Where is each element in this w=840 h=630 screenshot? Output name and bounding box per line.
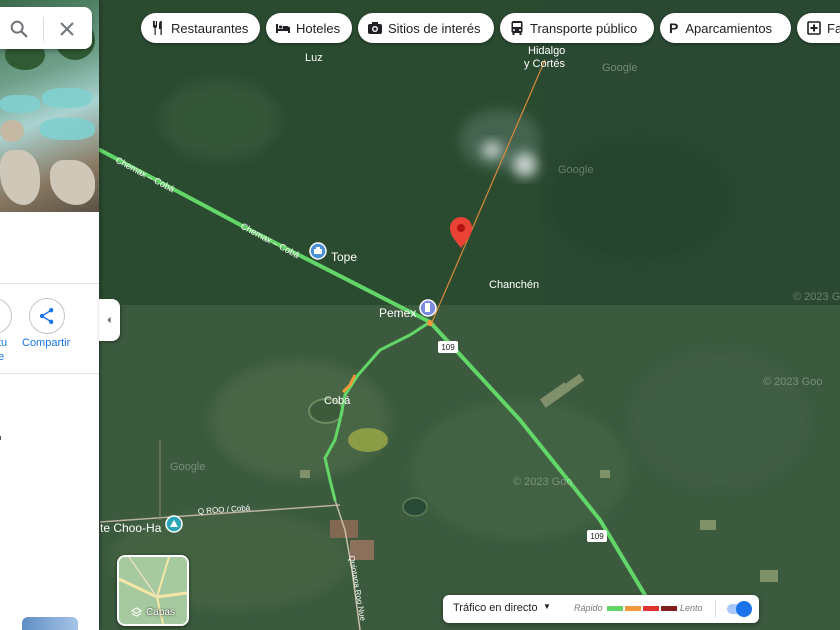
layers-icon <box>131 607 143 617</box>
share-icon <box>39 308 54 324</box>
layers-button[interactable]: Capas <box>117 555 189 626</box>
svg-text:109: 109 <box>441 343 455 352</box>
traffic-divider <box>715 600 716 618</box>
bus-icon <box>511 21 523 35</box>
place-label-pemex[interactable]: Pemex <box>379 306 416 320</box>
traffic-color-very-slow <box>661 606 677 611</box>
google-watermark: Google <box>558 164 593 176</box>
place-details-panel: Compartir tu e <box>0 0 99 630</box>
chip-restaurants-label: Restaurantes <box>171 20 249 36</box>
traffic-color-slow <box>643 606 659 611</box>
google-watermark: Google <box>602 62 637 74</box>
chip-parking[interactable]: P Aparcamientos <box>660 13 791 43</box>
traffic-fast-label: Rápido <box>574 603 603 613</box>
place-label-tope[interactable]: Tope <box>331 250 357 264</box>
parking-icon: P <box>669 20 679 36</box>
traffic-toggle-knob[interactable] <box>736 601 752 617</box>
gas-station-pin-icon[interactable] <box>419 299 437 317</box>
chip-hotels-label: Hoteles <box>296 20 341 36</box>
chip-hotels[interactable]: Hoteles <box>266 13 352 43</box>
hotel-pin-icon[interactable] <box>309 242 327 260</box>
place-label-choo-ha[interactable]: te Choo-Ha <box>100 521 162 535</box>
google-watermark: © 2023 Goo <box>793 291 840 303</box>
google-watermark: © 2023 Goo <box>763 376 822 388</box>
list-bullet <box>0 436 1 440</box>
search-divider <box>43 17 44 41</box>
fork-knife-icon <box>152 21 162 35</box>
chip-parking-label: Aparcamientos <box>685 20 773 36</box>
chip-pharmacy[interactable]: Fa <box>797 13 840 43</box>
save-button-partial[interactable] <box>0 298 12 334</box>
chevron-left-icon <box>107 316 111 324</box>
google-watermark: © 2023 Goo <box>513 476 572 488</box>
action-label-cut-2[interactable]: e <box>0 351 4 363</box>
place-label-hidalgo: Hidalgo <box>528 45 565 57</box>
place-label-chanchen: Chanchén <box>489 279 539 291</box>
traffic-color-fast <box>607 606 623 611</box>
place-label-coba[interactable]: Cobá <box>324 395 351 407</box>
chip-restaurants[interactable]: Restaurantes <box>141 13 260 43</box>
bed-icon <box>276 24 290 33</box>
search-box[interactable] <box>0 7 92 49</box>
traffic-slow-label: Lento <box>680 603 703 613</box>
close-icon[interactable] <box>55 17 79 41</box>
chevron-down-icon[interactable]: ▼ <box>543 602 551 611</box>
attraction-pin-icon[interactable] <box>165 515 183 533</box>
chip-transit[interactable]: Transporte público <box>500 13 654 43</box>
traffic-title[interactable]: Tráfico en directo <box>453 602 538 614</box>
google-watermark: Google <box>170 461 205 473</box>
chip-attractions[interactable]: Sitios de interés <box>358 13 494 43</box>
photo-thumbnail[interactable] <box>22 617 78 630</box>
collapse-panel-button[interactable] <box>99 299 120 341</box>
action-label-cut[interactable]: tu <box>0 337 7 349</box>
traffic-color-medium <box>625 606 641 611</box>
search-icon[interactable] <box>8 18 30 40</box>
layers-label-row: Capas <box>119 607 187 618</box>
chip-attractions-label: Sitios de interés <box>388 20 481 36</box>
pharmacy-icon <box>807 21 821 35</box>
route-shield-109-a: 109 <box>438 341 458 353</box>
traffic-legend: Tráfico en directo ▼ Rápido Lento <box>443 595 759 623</box>
layers-label: Capas <box>146 607 175 618</box>
place-label-hidalgo-2: y Cortés <box>524 58 565 70</box>
satellite-map[interactable]: Chemax – Cobá Chemax – Cobá Q ROO / Cobá… <box>0 0 840 630</box>
place-label-luz: Luz <box>305 52 323 64</box>
share-label[interactable]: Compartir <box>22 337 70 349</box>
route-shield-109-b: 109 <box>587 530 607 542</box>
chip-pharmacy-label: Fa <box>827 20 840 36</box>
share-button[interactable] <box>29 298 65 334</box>
chip-transit-label: Transporte público <box>530 20 638 36</box>
svg-text:109: 109 <box>590 532 604 541</box>
camera-icon <box>368 22 382 34</box>
